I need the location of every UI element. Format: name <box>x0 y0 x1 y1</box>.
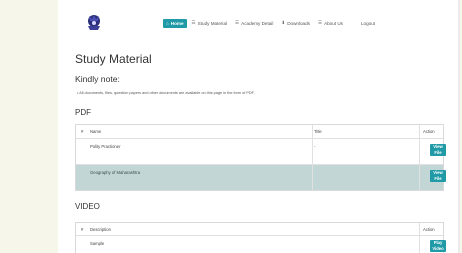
pdf-table: # Name Title Action Polity Practioner - … <box>75 124 446 191</box>
download-icon: ⬇ <box>281 20 286 25</box>
main-nav: ⌂ Home ☰ Study Material ☰ Academy Detail… <box>163 18 378 28</box>
play-video-button[interactable]: Play Video <box>430 240 446 252</box>
kindly-note-heading: Kindly note: <box>75 74 120 84</box>
list-icon: ☰ <box>235 20 240 25</box>
nav-item-academy-detail[interactable]: ☰ Academy Detail <box>232 18 276 28</box>
nav-item-about-us[interactable]: ☰ About Us <box>315 18 346 28</box>
nav-item-study-material[interactable]: ☰ Study Material <box>189 18 231 28</box>
pdf-heading: PDF <box>75 108 91 117</box>
page-title: Study Material <box>75 52 152 66</box>
table-row: Sample Play Video <box>76 236 446 253</box>
list-icon: ☰ <box>317 20 323 25</box>
table-header-row: # Description Action <box>76 223 443 236</box>
video-table: # Description Action Sample Play Video <box>75 222 446 253</box>
table-header-row: # Name Title Action <box>76 125 443 139</box>
nav-item-home[interactable]: ⌂ Home <box>163 18 187 28</box>
table-row: Geography of Maharashtra View File <box>76 165 446 190</box>
view-file-button[interactable]: View File <box>430 170 446 182</box>
nav-item-downloads[interactable]: ⬇ Downloads <box>278 18 313 28</box>
top-navbar: ⌂ Home ☰ Study Material ☰ Academy Detail… <box>58 12 460 36</box>
view-file-button[interactable]: View File <box>430 144 446 156</box>
table-row: Polity Practioner - View File <box>76 139 446 165</box>
list-icon: ☰ <box>191 20 196 25</box>
home-icon: ⌂ <box>166 20 169 26</box>
academy-logo[interactable] <box>84 12 104 32</box>
video-heading: VIDEO <box>75 202 100 211</box>
note-text: • All documents, files, question papers … <box>77 91 255 95</box>
scrollbar[interactable] <box>458 0 460 253</box>
page-content: ⌂ Home ☰ Study Material ☰ Academy Detail… <box>58 0 460 253</box>
logout-link[interactable]: Logout <box>358 19 378 28</box>
